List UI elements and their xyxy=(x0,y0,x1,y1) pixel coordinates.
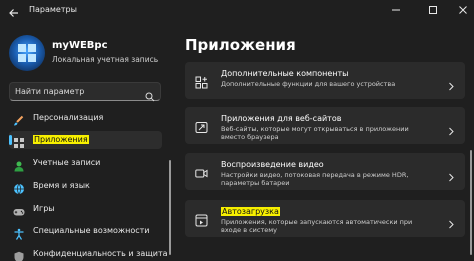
profile-account-type: Локальная учетная запись xyxy=(52,55,159,64)
search-placeholder: Найти параметр xyxy=(15,87,85,96)
sidebar-item-label: Учетные записи xyxy=(33,158,101,167)
brush-icon xyxy=(13,112,25,126)
card-description: Веб-сайты, которые могут открываться в п… xyxy=(221,125,409,141)
gamepad-icon xyxy=(13,203,25,216)
web-apps-icon xyxy=(195,119,208,133)
chevron-right-icon xyxy=(447,121,455,136)
window-title: Параметры xyxy=(29,5,77,14)
sidebar-scrollbar[interactable] xyxy=(169,160,171,255)
video-icon xyxy=(195,165,208,178)
close-button[interactable] xyxy=(452,0,474,20)
person-icon xyxy=(13,157,25,172)
accessibility-icon xyxy=(13,225,25,240)
maximize-button[interactable] xyxy=(422,0,444,20)
avatar[interactable] xyxy=(9,35,45,71)
sidebar-item-gaming[interactable]: Игры xyxy=(9,200,162,218)
sidebar-item-personalization[interactable]: Персонализация xyxy=(9,109,162,127)
active-indicator xyxy=(9,135,12,145)
sidebar-item-label: Время и язык xyxy=(33,181,90,190)
card-description: Дополнительные функции для вашего устрой… xyxy=(221,80,396,88)
card-optional-features[interactable]: Дополнительные компоненты Дополнительные… xyxy=(185,62,465,99)
chevron-right-icon xyxy=(447,167,455,182)
sidebar-item-time-language[interactable]: Время и язык xyxy=(9,177,162,195)
sidebar-item-label: Персонализация xyxy=(33,113,104,122)
sidebar-item-label: Специальные возможности xyxy=(33,226,150,235)
apps-icon xyxy=(13,134,25,148)
sidebar-item-label: Конфиденциальность и защита xyxy=(33,249,168,258)
maximize-icon xyxy=(429,6,437,14)
globe-clock-icon xyxy=(13,180,25,195)
search-icon[interactable] xyxy=(145,87,155,102)
minimize-button[interactable] xyxy=(385,0,407,20)
sidebar-item-apps[interactable]: Приложения xyxy=(9,131,162,149)
page-title: Приложения xyxy=(185,36,296,54)
profile-name: myWEBpc xyxy=(52,40,108,51)
card-title: Воспроизведение видео xyxy=(221,160,324,169)
close-icon xyxy=(459,6,467,14)
card-web-apps[interactable]: Приложения для веб-сайтов Веб-сайты, кот… xyxy=(185,107,465,144)
card-description: Приложения, которые запускаются автомати… xyxy=(221,218,413,234)
title-bar: Параметры xyxy=(0,0,474,20)
card-startup[interactable]: Автозагрузка Приложения, которые запуска… xyxy=(185,200,465,237)
sidebar-item-privacy[interactable]: Конфиденциальность и защита xyxy=(9,245,168,261)
sidebar-item-accessibility[interactable]: Специальные возможности xyxy=(9,222,162,240)
content-scrollbar[interactable] xyxy=(470,150,472,255)
search-input[interactable]: Найти параметр xyxy=(9,82,161,102)
sidebar-item-label: Игры xyxy=(33,204,55,213)
card-title: Автозагрузка xyxy=(221,207,280,216)
windows-logo-icon xyxy=(18,44,36,62)
chevron-right-icon xyxy=(447,214,455,229)
card-description: Настройки видео, потоковая передача в ре… xyxy=(221,171,409,187)
sidebar-item-accounts[interactable]: Учетные записи xyxy=(9,154,162,172)
minimize-icon xyxy=(392,9,400,11)
back-arrow-icon[interactable] xyxy=(8,4,20,17)
chevron-right-icon xyxy=(447,76,455,91)
shield-icon xyxy=(13,248,25,261)
card-title: Дополнительные компоненты xyxy=(221,69,349,78)
card-title: Приложения для веб-сайтов xyxy=(221,114,342,123)
sidebar-item-label: Приложения xyxy=(33,135,89,144)
card-video-playback[interactable]: Воспроизведение видео Настройки видео, п… xyxy=(185,153,465,190)
startup-icon xyxy=(195,212,208,227)
optional-features-icon xyxy=(195,74,208,89)
